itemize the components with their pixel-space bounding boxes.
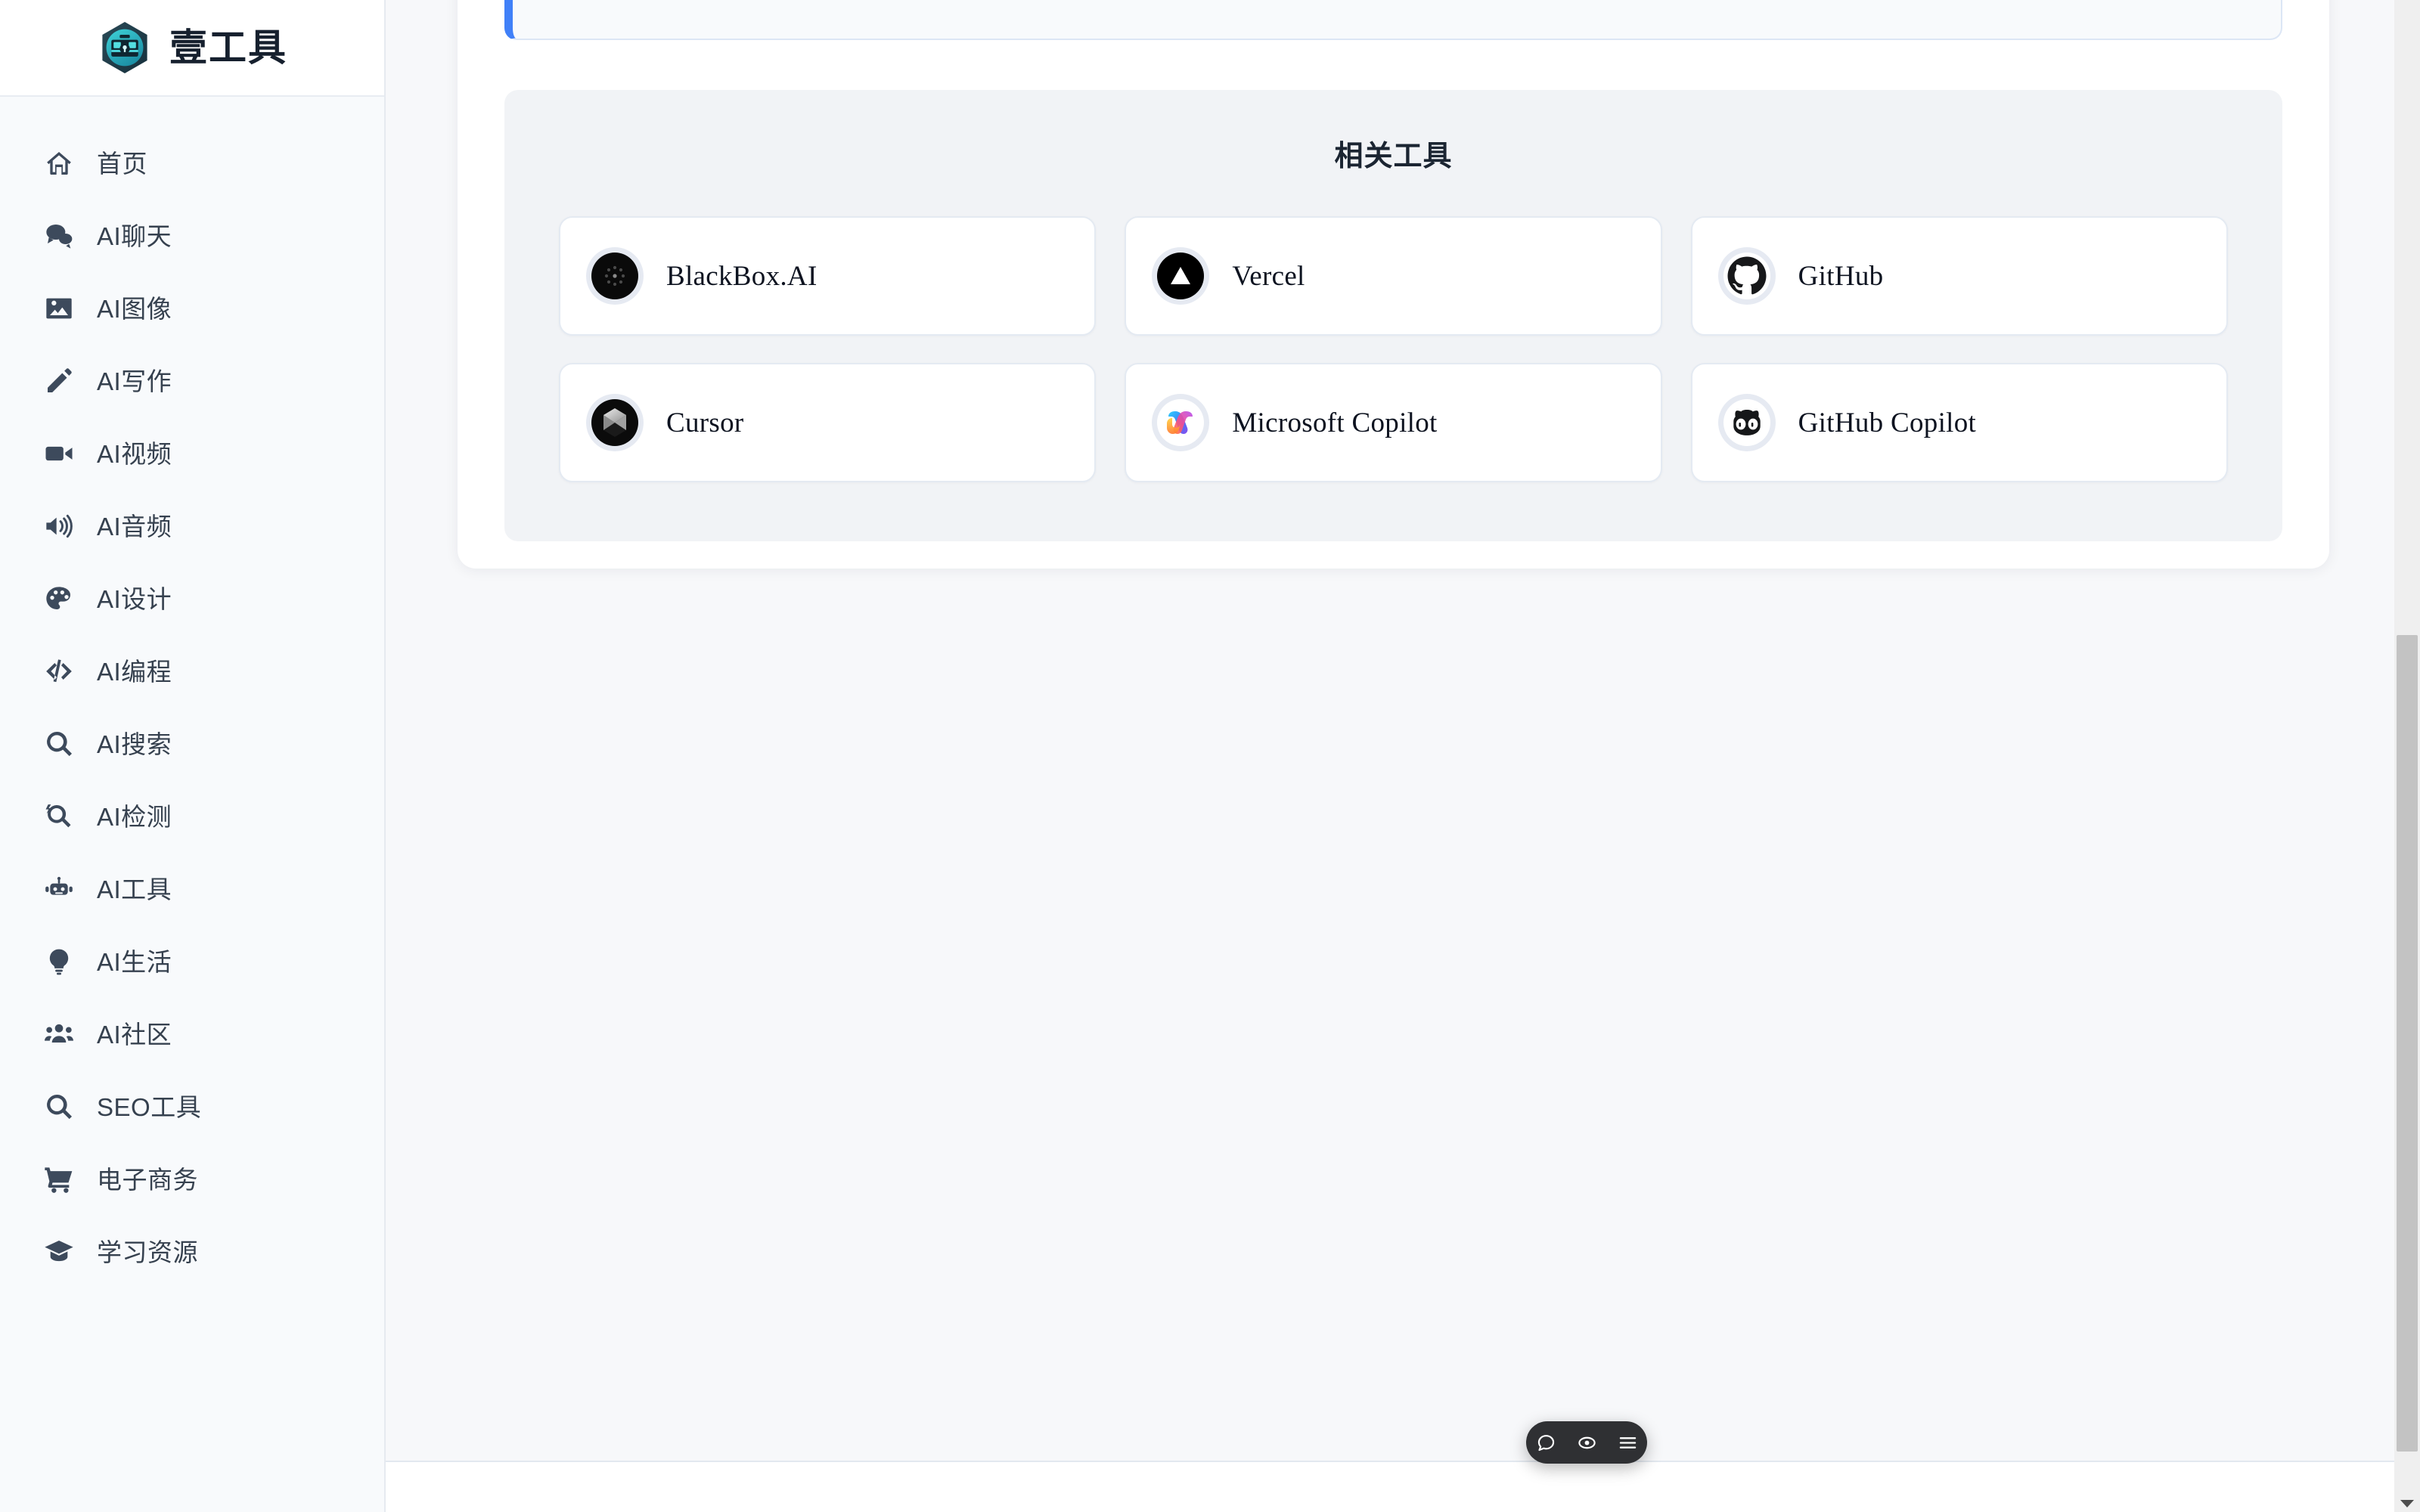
tool-card-microsoft-copilot[interactable]: Microsoft Copilot xyxy=(1125,363,1662,483)
tool-name: Cursor xyxy=(666,407,744,438)
sidebar-item-label: AI搜索 xyxy=(97,730,172,758)
lightbulb-icon xyxy=(44,947,74,977)
tool-detail-sheet: 如何使用 从VS Marketplace下载并安装Cline AI扩展。 使用命… xyxy=(458,0,2329,569)
related-tools-section: 相关工具 BlackBox.AI Vercel GitHub Cursor Mi… xyxy=(504,90,2282,542)
related-tools-grid: BlackBox.AI Vercel GitHub Cursor Microso… xyxy=(559,216,2228,483)
chat-bubbles-icon xyxy=(44,221,74,251)
blackbox-logo-icon xyxy=(586,247,644,305)
pencil-icon xyxy=(44,366,74,396)
sidebar-item-label: AI社区 xyxy=(97,1020,172,1049)
sidebar-item-label: AI聊天 xyxy=(97,222,172,250)
sidebar-item-ai-search[interactable]: AI搜索 xyxy=(0,708,384,780)
sidebar-item-ai-design[interactable]: AI设计 xyxy=(0,562,384,635)
sidebar-item-label: AI编程 xyxy=(97,657,172,686)
palette-icon xyxy=(44,584,74,614)
target-audience-list: 软件开发者：寻求通过Cline AI提高编码效率和代码质量的专业开发者。 全栈工… xyxy=(546,0,2248,2)
sidebar-item-label: AI音频 xyxy=(97,512,172,541)
sidebar-item-label: SEO工具 xyxy=(97,1092,202,1121)
sidebar-item-ai-coding[interactable]: AI编程 xyxy=(0,635,384,708)
sidebar-item-ai-video[interactable]: AI视频 xyxy=(0,417,384,490)
list-item: 远程工作团队：需要Cline AI高效协作工具来管理分布式开发项目的团队。 xyxy=(546,0,2248,2)
tool-name: Microsoft Copilot xyxy=(1232,407,1438,438)
sidebar-item-label: 电子商务 xyxy=(97,1165,198,1194)
magnifier-icon xyxy=(44,729,74,759)
vercel-triangle-logo-icon xyxy=(1152,247,1210,305)
shopping-cart-icon xyxy=(44,1164,74,1194)
scroll-down-arrow-icon[interactable] xyxy=(2400,1500,2414,1507)
microsoft-copilot-logo-icon xyxy=(1152,394,1210,452)
sidebar-item-label: AI写作 xyxy=(97,367,172,395)
tool-card-vercel[interactable]: Vercel xyxy=(1125,216,1662,336)
sidebar-item-seo-tools[interactable]: SEO工具 xyxy=(0,1070,384,1143)
users-group-icon xyxy=(44,1019,74,1049)
floating-toolbar[interactable] xyxy=(1526,1421,1647,1464)
tool-card-blackbox-ai[interactable]: BlackBox.AI xyxy=(559,216,1097,336)
target-audience-card: 适合人群 软件开发者：寻求通过Cline AI提高编码效率和代码质量的专业开发者… xyxy=(504,0,2282,41)
page-scrollbar-thumb[interactable] xyxy=(2397,635,2418,1452)
robot-icon xyxy=(44,874,74,904)
magnifier-scan-icon xyxy=(44,801,74,832)
tool-card-github[interactable]: GitHub xyxy=(1690,216,2228,336)
sidebar-header[interactable]: 壹工具 xyxy=(0,0,384,97)
footer-divider xyxy=(386,1461,2420,1462)
brand-title: 壹工具 xyxy=(169,26,287,69)
sidebar-item-ai-life[interactable]: AI生活 xyxy=(0,925,384,998)
related-tools-title: 相关工具 xyxy=(1334,141,1453,173)
sidebar-item-ai-chat[interactable]: AI聊天 xyxy=(0,200,384,272)
sidebar-item-ai-community[interactable]: AI社区 xyxy=(0,998,384,1070)
sidebar-item-label: AI视频 xyxy=(97,439,172,468)
eye-icon[interactable] xyxy=(1575,1431,1598,1454)
image-icon xyxy=(44,293,74,324)
detail-body: 如何使用 从VS Marketplace下载并安装Cline AI扩展。 使用命… xyxy=(458,0,2329,41)
sidebar-item-ai-writing[interactable]: AI写作 xyxy=(0,345,384,417)
code-brackets-icon xyxy=(44,656,74,686)
sidebar-item-label: 学习资源 xyxy=(97,1238,198,1266)
sidebar-item-home[interactable]: 首页 xyxy=(0,127,384,200)
cursor-logo-icon xyxy=(586,394,644,452)
toolbox-hexagon-logo-icon xyxy=(97,20,153,76)
tool-name: GitHub Copilot xyxy=(1798,407,1977,438)
sidebar-item-ai-detect[interactable]: AI检测 xyxy=(0,780,384,853)
github-octocat-logo-icon xyxy=(1717,247,1776,305)
tool-name: GitHub xyxy=(1798,260,1884,292)
tool-name: BlackBox.AI xyxy=(666,260,818,292)
sidebar-item-ai-image[interactable]: AI图像 xyxy=(0,272,384,345)
sidebar-nav: 首页 AI聊天 AI图像 AI写作 AI视频 AI音频 AI设计 AI编程 AI… xyxy=(0,97,384,1288)
sidebar-item-label: 首页 xyxy=(97,149,147,178)
sidebar-item-label: AI设计 xyxy=(97,584,172,613)
sidebar: 壹工具 首页 AI聊天 AI图像 AI写作 AI视频 AI音频 AI设计 AI编… xyxy=(0,0,386,1512)
tool-card-cursor[interactable]: Cursor xyxy=(559,363,1097,483)
sidebar-item-label: AI图像 xyxy=(97,294,172,323)
tool-card-github-copilot[interactable]: GitHub Copilot xyxy=(1690,363,2228,483)
sidebar-item-ai-audio[interactable]: AI音频 xyxy=(0,490,384,562)
app-root: 壹工具 首页 AI聊天 AI图像 AI写作 AI视频 AI音频 AI设计 AI编… xyxy=(0,0,2420,1512)
sidebar-item-ecommerce[interactable]: 电子商务 xyxy=(0,1143,384,1216)
speaker-volume-icon xyxy=(44,511,74,541)
sidebar-item-label: AI工具 xyxy=(97,875,172,903)
sidebar-item-learning-resources[interactable]: 学习资源 xyxy=(0,1216,384,1288)
hamburger-menu-icon[interactable] xyxy=(1616,1431,1639,1454)
sidebar-item-label: AI检测 xyxy=(97,802,172,831)
footer-zone xyxy=(386,1462,2420,1512)
main-content: 如何使用 从VS Marketplace下载并安装Cline AI扩展。 使用命… xyxy=(386,0,2420,1512)
github-copilot-logo-icon xyxy=(1717,394,1776,452)
home-icon xyxy=(44,148,74,178)
chat-bubble-icon[interactable] xyxy=(1534,1431,1557,1454)
tool-name: Vercel xyxy=(1232,260,1305,292)
graduation-cap-icon xyxy=(44,1237,74,1267)
video-camera-icon xyxy=(44,438,74,469)
magnifier-icon xyxy=(44,1092,74,1122)
sidebar-item-label: AI生活 xyxy=(97,947,172,976)
sidebar-item-ai-tools[interactable]: AI工具 xyxy=(0,853,384,925)
page-scrollbar-track[interactable] xyxy=(2394,0,2420,1512)
